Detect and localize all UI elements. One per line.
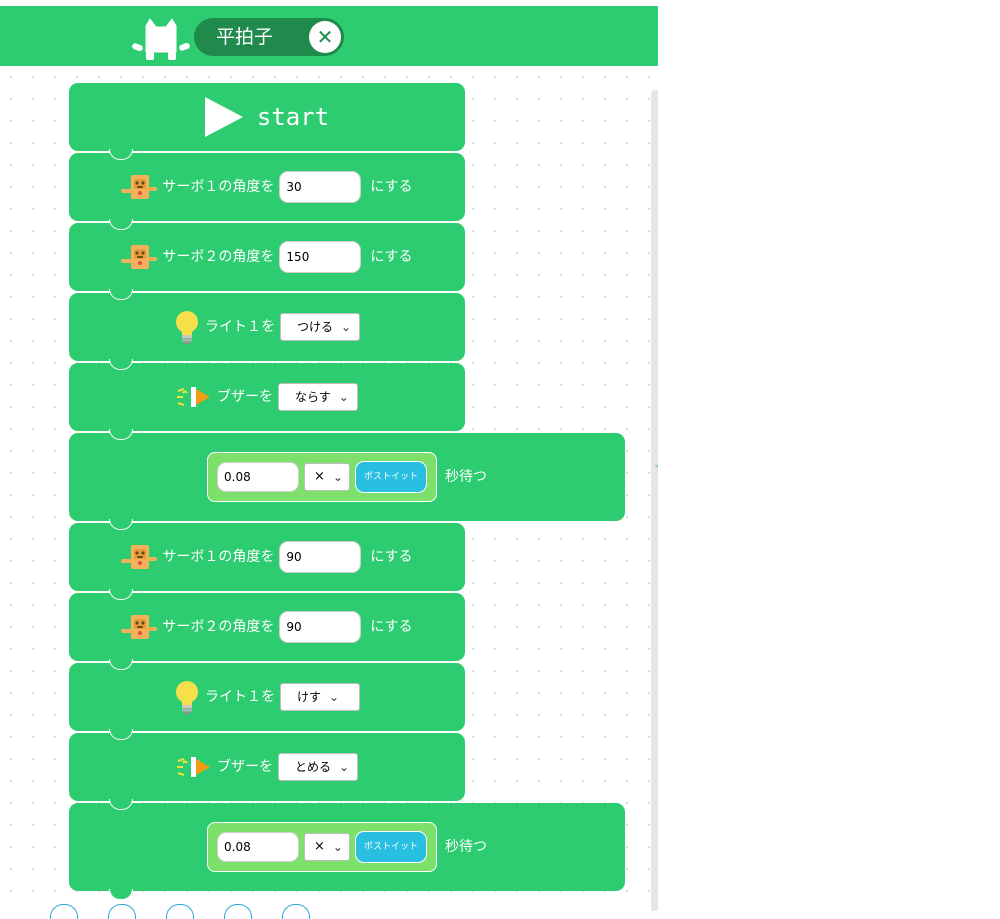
wait-block[interactable]: 0.08 × ⌄ ポストイット 秒待つ xyxy=(69,433,625,530)
buzzer-icon xyxy=(177,387,210,407)
servo-block-label: サーボ１の角度を xyxy=(162,179,275,195)
chevron-down-icon: ⌄ xyxy=(339,760,350,774)
wait-expression: 0.08 × ⌄ ポストイット xyxy=(207,452,437,502)
workspace-scrollbar[interactable] xyxy=(651,90,658,911)
project-title[interactable]: 平拍子 xyxy=(216,26,273,48)
servo-block-label: サーボ１の角度を xyxy=(162,549,275,565)
wait-expression: 0.08 × ⌄ ポストイット xyxy=(207,822,437,872)
wait-seconds-input[interactable]: 0.08 xyxy=(217,832,299,862)
servo-block[interactable]: サーボ１の角度を 90 にする xyxy=(69,523,465,600)
postit-button[interactable]: ポストイット xyxy=(354,461,427,493)
buzzer-icon xyxy=(177,757,210,777)
light-bulb-icon xyxy=(176,681,198,714)
wait-block-suffix: 秒待つ xyxy=(444,469,487,485)
wait-block[interactable]: 0.08 × ⌄ ポストイット 秒待つ xyxy=(69,803,625,900)
servo-block[interactable]: サーボ２の角度を 150 にする xyxy=(69,223,465,300)
cat-icon xyxy=(132,18,190,60)
buzzer-state-select[interactable]: ならす ⌄ xyxy=(278,383,358,411)
servo-block-label: サーボ２の角度を xyxy=(162,619,275,635)
light-block-label: ライト１を xyxy=(205,319,275,335)
servo-robot-icon xyxy=(121,245,158,269)
light-state-select[interactable]: けす ⌄ xyxy=(280,683,360,711)
play-icon xyxy=(204,97,243,137)
operator-value: × xyxy=(314,469,325,484)
operator-select[interactable]: × ⌄ xyxy=(304,833,350,861)
servo-block[interactable]: サーボ１の角度を 30 にする xyxy=(69,153,465,230)
start-label: start xyxy=(256,103,330,131)
buzzer-state-value: ならす xyxy=(295,390,331,404)
buzzer-block[interactable]: ブザーを ならす ⌄ xyxy=(69,363,465,440)
servo-robot-icon xyxy=(121,175,158,199)
light-bulb-icon xyxy=(176,311,198,344)
light-block[interactable]: ライト１を つける ⌄ xyxy=(69,293,465,370)
chevron-down-icon: ⌄ xyxy=(341,320,352,334)
start-block[interactable]: start xyxy=(69,83,465,160)
light-state-value: けす xyxy=(297,690,322,704)
buzzer-block[interactable]: ブザーを とめる ⌄ xyxy=(69,733,465,810)
servo-angle-input[interactable]: 150 xyxy=(279,241,362,273)
servo-block-label: サーボ２の角度を xyxy=(162,249,275,265)
servo-block[interactable]: サーボ２の角度を 90 にする xyxy=(69,593,465,670)
chevron-down-icon: ⌄ xyxy=(332,470,343,484)
servo-block-suffix: にする xyxy=(370,249,413,265)
servo-angle-input[interactable]: 90 xyxy=(279,541,362,573)
light-state-value: つける xyxy=(297,320,334,334)
servo-block-suffix: にする xyxy=(370,179,413,195)
light-block-label: ライト１を xyxy=(205,689,275,705)
servo-robot-icon xyxy=(121,615,158,639)
servo-robot-icon xyxy=(121,545,158,569)
buzzer-state-value: とめる xyxy=(295,760,332,774)
servo-angle-input[interactable]: 30 xyxy=(279,171,362,203)
servo-block-suffix: にする xyxy=(370,619,413,635)
servo-angle-input[interactable]: 90 xyxy=(279,611,362,643)
postit-button[interactable]: ポストイット xyxy=(354,831,427,863)
wait-seconds-input[interactable]: 0.08 xyxy=(217,462,299,492)
project-title-pill: 平拍子 ✕ xyxy=(194,18,344,56)
buzzer-block-label: ブザーを xyxy=(217,389,273,405)
servo-block-suffix: にする xyxy=(370,549,413,565)
next-block-connectors xyxy=(0,904,652,919)
light-block[interactable]: ライト１を けす ⌄ xyxy=(69,663,465,740)
chevron-down-icon: ⌄ xyxy=(338,390,349,404)
chevron-down-icon: ⌄ xyxy=(332,840,343,854)
wait-block-suffix: 秒待つ xyxy=(444,839,487,855)
offscreen-block-edge: ﾞ xyxy=(655,464,662,478)
operator-value: × xyxy=(314,839,325,854)
buzzer-block-label: ブザーを xyxy=(217,759,273,775)
light-state-select[interactable]: つける ⌄ xyxy=(280,313,360,341)
buzzer-state-select[interactable]: とめる ⌄ xyxy=(278,753,358,781)
chevron-down-icon: ⌄ xyxy=(329,690,340,704)
header-bar: 平拍子 ✕ xyxy=(0,6,658,66)
close-icon[interactable]: ✕ xyxy=(309,21,341,53)
operator-select[interactable]: × ⌄ xyxy=(304,463,350,491)
